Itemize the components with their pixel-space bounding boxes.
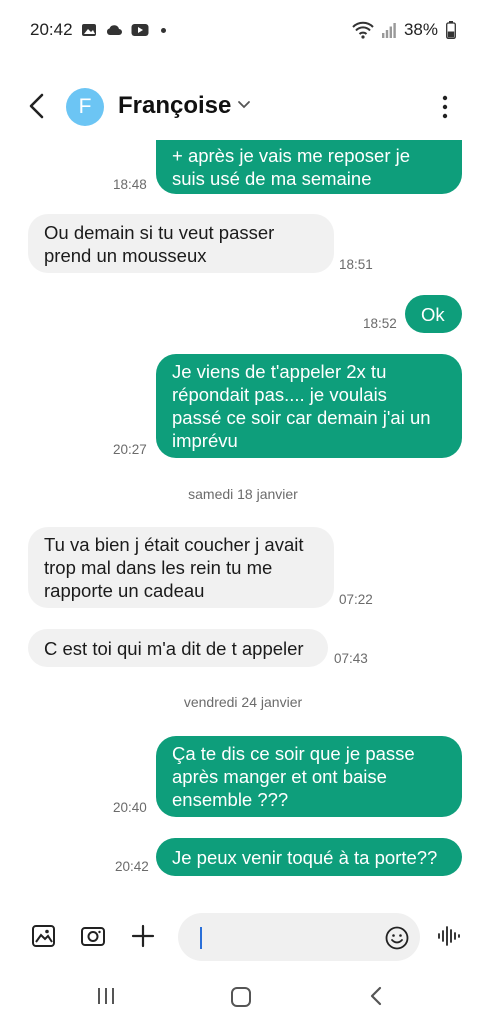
battery-percent: 38%	[403, 20, 438, 39]
gallery-icon[interactable]	[31, 923, 57, 949]
message-line: Tu va bien j était coucher j avait	[44, 534, 304, 555]
status-bar: 20:42 38%	[0, 0, 486, 60]
signal-icon	[381, 23, 396, 38]
outgoing-message[interactable]: Ça te dis ce soir que je passe après man…	[156, 736, 462, 817]
camera-icon[interactable]	[80, 923, 106, 949]
gallery-icon	[81, 24, 96, 36]
youtube-icon	[131, 24, 149, 36]
message-timestamp: 18:52	[363, 316, 397, 331]
back-arrow-icon[interactable]	[26, 92, 50, 120]
back-nav-icon[interactable]	[368, 986, 384, 1006]
message-line: + après je vais me reposer je	[172, 145, 411, 166]
message-timestamp: 18:51	[339, 257, 373, 272]
chevron-down-icon[interactable]	[237, 100, 251, 110]
message-list[interactable]: + après je vais me reposer je suis usé d…	[0, 140, 486, 900]
more-options-icon[interactable]	[438, 94, 452, 120]
status-time: 20:42	[30, 20, 73, 39]
message-timestamp: 18:48	[113, 177, 147, 192]
date-separator: vendredi 24 janvier	[183, 694, 303, 710]
emoji-icon[interactable]	[385, 926, 409, 950]
home-icon[interactable]	[230, 986, 252, 1008]
outgoing-message[interactable]: Ok	[405, 295, 462, 333]
contact-name[interactable]: Françoise	[118, 92, 231, 120]
voice-icon[interactable]	[436, 923, 462, 949]
message-line: C est toi qui m'a dit de t appeler	[44, 637, 304, 659]
message-timestamp: 20:27	[113, 442, 147, 457]
message-line: après manger et ont baise	[172, 766, 387, 787]
incoming-message[interactable]: Ou demain si tu veut passer prend un mou…	[28, 214, 334, 273]
date-separator: samedi 18 janvier	[188, 486, 298, 502]
message-line: Ok	[421, 303, 445, 325]
message-line: rapporte un cadeau	[44, 580, 205, 601]
message-line: suis usé de ma semaine	[172, 168, 372, 189]
incoming-message[interactable]: C est toi qui m'a dit de t appeler	[28, 629, 328, 667]
recent-apps-icon[interactable]	[96, 986, 116, 1006]
message-timestamp: 20:42	[115, 859, 149, 874]
battery-icon	[446, 21, 456, 39]
plus-icon[interactable]	[130, 923, 156, 949]
message-line: Je peux venir toqué à ta porte??	[172, 846, 438, 868]
outgoing-message[interactable]: Je peux venir toqué à ta porte??	[156, 838, 462, 876]
avatar-initial: F	[78, 95, 92, 118]
notification-dot	[160, 27, 166, 33]
avatar[interactable]: F	[66, 88, 104, 126]
message-line: Je viens de t'appeler 2x tu	[172, 361, 387, 382]
system-nav-bar	[0, 970, 486, 1024]
message-line: Ça te dis ce soir que je passe	[172, 743, 415, 764]
message-timestamp: 20:40	[113, 800, 147, 815]
conversation-header: F Françoise	[0, 80, 486, 134]
incoming-message[interactable]: Tu va bien j était coucher j avait trop …	[28, 527, 334, 608]
outgoing-message[interactable]: Je viens de t'appeler 2x tu répondait pa…	[156, 354, 462, 458]
message-timestamp: 07:43	[334, 651, 368, 666]
message-timestamp: 07:22	[339, 592, 373, 607]
message-line: ensemble ???	[172, 789, 289, 810]
message-line: Ou demain si tu veut passer	[44, 221, 275, 243]
composer-bar	[0, 905, 486, 965]
message-line: imprévu	[172, 430, 238, 451]
outgoing-message[interactable]: + après je vais me reposer je suis usé d…	[156, 140, 462, 194]
message-line: trop mal dans les rein tu me	[44, 557, 273, 578]
text-caret	[200, 927, 202, 949]
message-line: répondait pas.... je voulais	[172, 384, 387, 405]
cloud-icon	[106, 25, 122, 35]
wifi-icon	[352, 21, 374, 39]
message-input[interactable]	[178, 913, 420, 961]
message-line: prend un mousseux	[44, 244, 207, 266]
message-line: passé ce soir car demain j'ai un	[172, 407, 431, 428]
